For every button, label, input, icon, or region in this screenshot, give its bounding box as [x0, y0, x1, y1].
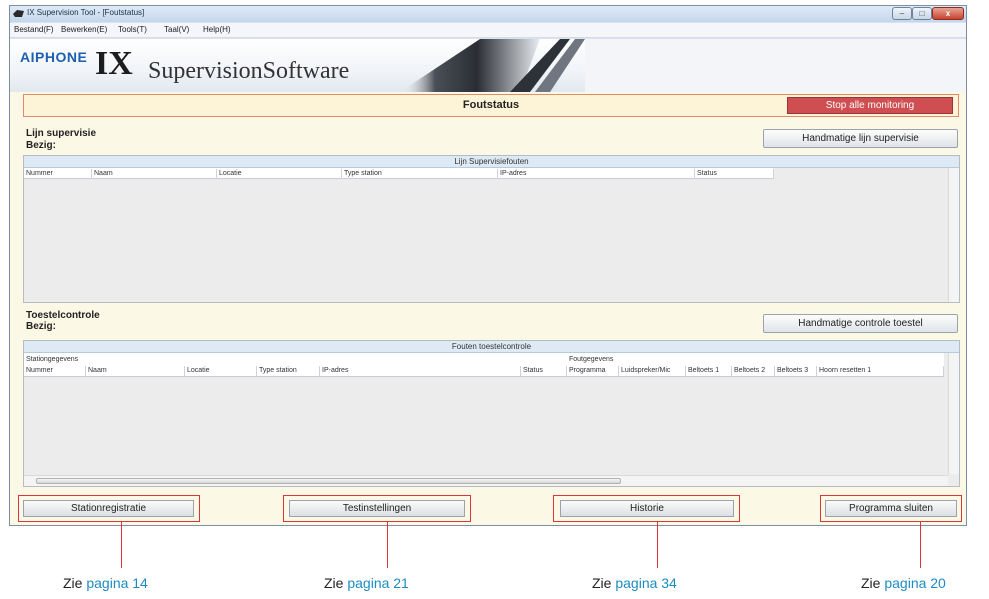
- close-program-button[interactable]: Programma sluiten: [825, 500, 957, 517]
- station-registration-button[interactable]: Stationregistratie: [23, 500, 194, 517]
- callout-line: [387, 522, 388, 568]
- device-grid-vscrollbar[interactable]: [948, 353, 959, 474]
- history-button[interactable]: Historie: [560, 500, 734, 517]
- ix-logo: IX: [95, 45, 133, 82]
- menu-file[interactable]: Bestand(F): [14, 25, 54, 34]
- column-header[interactable]: Locatie: [217, 169, 342, 179]
- product-name: SupervisionSoftware: [148, 58, 350, 84]
- page-reference: Zie pagina 14: [63, 575, 148, 591]
- callout-line: [657, 522, 658, 568]
- maximize-button[interactable]: □: [912, 7, 932, 20]
- column-header[interactable]: Nummer: [24, 169, 92, 179]
- title-bar: [10, 6, 966, 22]
- window-title: IX Supervision Tool - [Foutstatus]: [27, 8, 145, 17]
- brand-logo: AIPHONE: [20, 49, 88, 65]
- column-header[interactable]: Beltoets 3: [775, 366, 817, 376]
- device-grid-hscrollbar[interactable]: [24, 475, 948, 486]
- test-settings-button[interactable]: Testinstellingen: [289, 500, 465, 517]
- column-header[interactable]: Nummer: [24, 366, 86, 376]
- reference-prefix: Zie: [592, 575, 616, 591]
- reference-prefix: Zie: [63, 575, 87, 591]
- manual-line-supervision-button[interactable]: Handmatige lijn supervisie: [763, 129, 958, 148]
- app-icon: [13, 10, 24, 17]
- column-header[interactable]: Locatie: [185, 366, 257, 376]
- line-grid-caption: Lijn Supervisiefouten: [24, 156, 959, 168]
- device-grid-caption: Fouten toestelcontrole: [24, 341, 959, 353]
- page-link[interactable]: pagina 20: [884, 575, 946, 591]
- page-reference: Zie pagina 34: [592, 575, 677, 591]
- column-header[interactable]: Type station: [342, 169, 498, 179]
- callout-line: [920, 522, 921, 568]
- group-header-station: Stationgegevens: [26, 356, 79, 363]
- column-header[interactable]: Hoorn resetten 1: [817, 366, 944, 376]
- column-header[interactable]: Status: [521, 366, 567, 376]
- scroll-thumb[interactable]: [36, 478, 621, 484]
- manual-device-check-button[interactable]: Handmatige controle toestel: [763, 314, 958, 333]
- column-header[interactable]: Programma: [567, 366, 619, 376]
- column-header[interactable]: Status: [695, 169, 774, 179]
- column-header[interactable]: Luidspreker/Mic: [619, 366, 686, 376]
- line-grid-scrollbar[interactable]: [948, 168, 959, 302]
- column-header[interactable]: Beltoets 1: [686, 366, 732, 376]
- callout-line: [121, 522, 122, 568]
- column-header[interactable]: Naam: [92, 169, 217, 179]
- page-reference: Zie pagina 21: [324, 575, 409, 591]
- stop-monitoring-button[interactable]: Stop alle monitoring: [787, 97, 953, 114]
- menu-bar: [10, 23, 966, 38]
- page-link[interactable]: pagina 14: [86, 575, 148, 591]
- device-check-title: Toestelcontrole: [26, 310, 100, 321]
- banner-graphic: [400, 39, 966, 92]
- page-link[interactable]: pagina 21: [347, 575, 409, 591]
- column-header[interactable]: IP-adres: [320, 366, 521, 376]
- page-reference: Zie pagina 20: [861, 575, 946, 591]
- column-header[interactable]: IP-adres: [498, 169, 695, 179]
- menu-edit[interactable]: Bewerken(E): [61, 25, 107, 34]
- menu-language[interactable]: Taal(V): [164, 25, 189, 34]
- device-check-busy: Bezig:: [26, 321, 56, 332]
- group-header-fault: Foutgegevens: [569, 356, 614, 363]
- minimize-button[interactable]: –: [892, 7, 912, 20]
- reference-prefix: Zie: [324, 575, 348, 591]
- menu-tools[interactable]: Tools(T): [118, 25, 147, 34]
- column-header[interactable]: Beltoets 2: [732, 366, 775, 376]
- line-supervision-title: Lijn supervisie: [26, 128, 97, 139]
- line-supervision-busy: Bezig:: [26, 140, 56, 151]
- page-link[interactable]: pagina 34: [615, 575, 677, 591]
- column-header[interactable]: Type station: [257, 366, 320, 376]
- menu-help[interactable]: Help(H): [203, 25, 231, 34]
- close-button[interactable]: x: [932, 7, 964, 20]
- column-header[interactable]: Naam: [86, 366, 185, 376]
- reference-prefix: Zie: [861, 575, 885, 591]
